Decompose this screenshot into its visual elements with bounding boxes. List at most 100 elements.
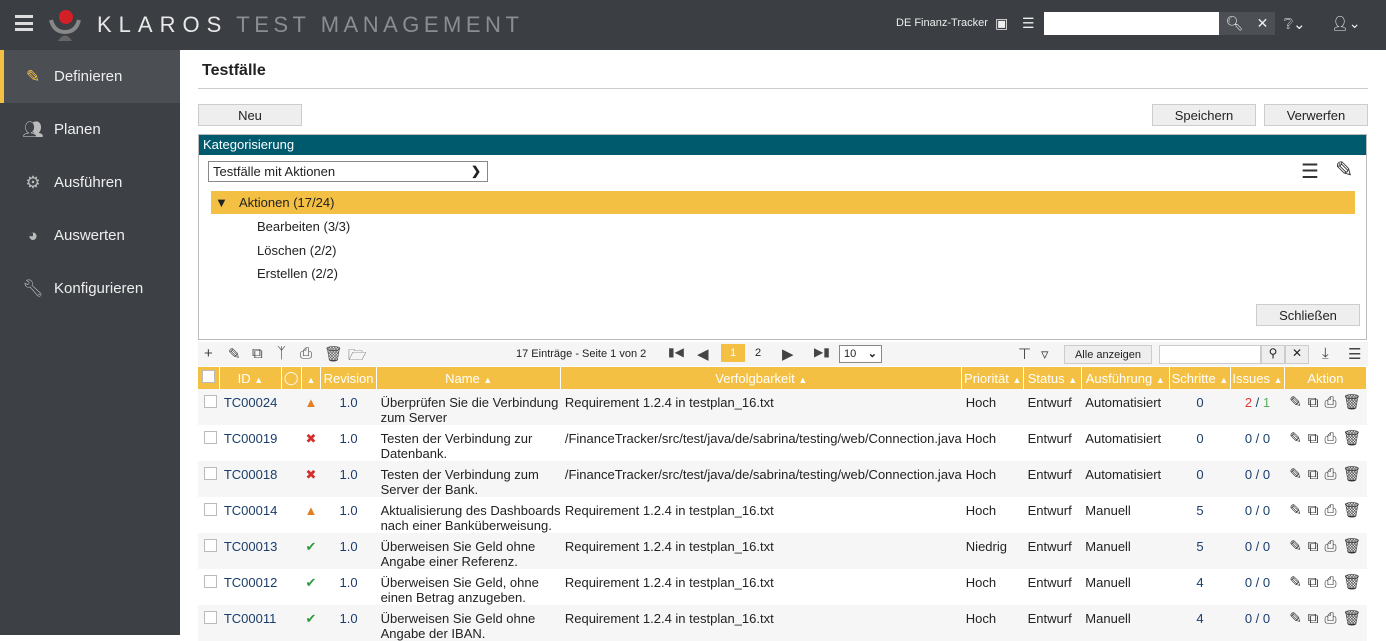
issues-open[interactable]: 0	[1245, 539, 1252, 554]
testcase-id-link[interactable]: TC00019	[220, 431, 277, 446]
trash-icon[interactable]: 🗑︎	[1343, 430, 1362, 447]
issues-closed[interactable]: 0	[1263, 575, 1270, 590]
sort-icon[interactable]: ▲︎	[306, 375, 315, 385]
issues-closed[interactable]: 0	[1263, 503, 1270, 518]
table-row[interactable]: TC00011 ✔ 1.0 Überweisen Sie Geld ohne A…	[198, 605, 1367, 641]
sort-icon[interactable]: ▲︎	[483, 375, 492, 385]
column-header[interactable]: Name ▲︎	[376, 367, 562, 389]
new-button[interactable]: Neu	[198, 104, 302, 126]
search-icon[interactable]: ⚲	[1261, 345, 1285, 364]
row-checkbox[interactable]	[204, 395, 217, 408]
print-icon[interactable]: ⎙	[1325, 538, 1337, 555]
issues-open[interactable]: 0	[1245, 611, 1252, 626]
trash-icon[interactable]: 🗑︎	[1343, 574, 1362, 591]
column-header[interactable]: Revision	[320, 367, 378, 389]
testcase-id-link[interactable]: TC00013	[220, 539, 277, 554]
issues-closed[interactable]: 1	[1263, 395, 1270, 410]
columns-menu-icon[interactable]: ☰	[1348, 345, 1361, 363]
sort-icon[interactable]: ▲︎	[254, 375, 263, 385]
issues-open[interactable]: 0	[1245, 575, 1252, 590]
sort-icon[interactable]: ▲︎	[1068, 375, 1077, 385]
print-icon[interactable]: ⎙	[300, 345, 312, 362]
last-page-icon[interactable]: ▶▮	[814, 345, 830, 359]
trash-icon[interactable]: 🗑︎	[324, 345, 343, 363]
copy-icon[interactable]: ⧉	[1308, 466, 1319, 483]
copy-icon[interactable]: ⧉	[1308, 574, 1319, 591]
print-icon[interactable]: ⎙	[1325, 430, 1337, 447]
testcase-id-link[interactable]: TC00012	[220, 575, 277, 590]
global-search-input[interactable]	[1044, 12, 1219, 35]
edit-icon[interactable]: ✎	[228, 345, 241, 363]
sort-icon[interactable]: ▲︎	[1219, 375, 1228, 385]
page-size-select[interactable]: 10 ⌄	[839, 345, 882, 363]
page-1[interactable]: 1	[721, 344, 745, 362]
column-header[interactable]: ID ▲︎	[219, 367, 282, 389]
table-filter-input[interactable]	[1159, 345, 1261, 364]
column-header[interactable]: Verfolgbarkeit ▲︎	[560, 367, 963, 389]
trash-icon[interactable]: 🗑︎	[1343, 502, 1362, 519]
branch-icon[interactable]: ᛉ	[277, 345, 286, 362]
issues-closed[interactable]: 0	[1263, 539, 1270, 554]
close-button[interactable]: Schließen	[1256, 304, 1360, 326]
user-icon[interactable]: 👤︎⌄	[1331, 15, 1361, 32]
edit-icon[interactable]: ✎	[1289, 430, 1302, 447]
save-button[interactable]: Speichern	[1152, 104, 1256, 126]
table-row[interactable]: TC00019 ✖ 1.0 Testen der Verbindung zur …	[198, 425, 1367, 461]
testcase-id-link[interactable]: TC00024	[220, 395, 277, 410]
archive-icon[interactable]: ▣	[995, 15, 1008, 32]
edit-icon[interactable]: ✎	[1289, 610, 1302, 627]
hierarchy-icon[interactable]: ⊤	[1018, 345, 1031, 363]
print-icon[interactable]: ⎙	[1325, 502, 1337, 519]
next-page-icon[interactable]: ▶	[782, 345, 794, 363]
column-header[interactable]: Issues ▲︎	[1230, 367, 1285, 389]
print-icon[interactable]: ⎙	[1325, 466, 1337, 483]
column-header[interactable]: Aktion	[1284, 367, 1368, 389]
column-header[interactable]: Ausführung ▲︎	[1081, 367, 1170, 389]
edit-icon[interactable]: ✎	[1289, 574, 1302, 591]
column-header[interactable]: Priorität ▲︎	[961, 367, 1025, 389]
sidebar-item-definieren[interactable]: ✎ Definieren	[0, 50, 180, 103]
row-checkbox[interactable]	[204, 431, 217, 444]
column-header[interactable]: Status ▲︎	[1023, 367, 1082, 389]
table-row[interactable]: TC00024 ▲ 1.0 Überprüfen Sie die Verbind…	[198, 389, 1367, 425]
row-checkbox[interactable]	[204, 611, 217, 624]
tree-node[interactable]: Erstellen (2/2)	[257, 266, 338, 281]
edit-icon[interactable]: ✎	[1289, 538, 1302, 555]
project-name[interactable]: DE Finanz-Tracker	[896, 17, 988, 29]
clear-icon[interactable]: ✕	[1285, 345, 1309, 364]
testcase-id-link[interactable]: TC00018	[220, 467, 277, 482]
issues-open[interactable]: 2	[1245, 395, 1252, 410]
menu-icon[interactable]	[15, 15, 33, 31]
filter-icon[interactable]: ▿	[1041, 345, 1049, 363]
print-icon[interactable]: ⎙	[1325, 610, 1337, 627]
testcase-id-link[interactable]: TC00011	[220, 611, 277, 626]
column-header[interactable]: ▲︎	[301, 367, 322, 389]
page-2[interactable]: 2	[755, 347, 761, 359]
prev-page-icon[interactable]: ◀	[697, 345, 709, 363]
issues-closed[interactable]: 0	[1263, 431, 1270, 446]
issues-open[interactable]: 0	[1245, 503, 1252, 518]
issues-open[interactable]: 0	[1245, 431, 1252, 446]
sidebar-item-auswerten[interactable]: ◕ Auswerten	[0, 209, 180, 262]
edit-icon[interactable]: ✎	[1289, 502, 1302, 519]
trash-icon[interactable]: 🗑︎	[1343, 466, 1362, 483]
row-checkbox[interactable]	[204, 575, 217, 588]
edit-icon[interactable]: ✎	[1335, 157, 1353, 183]
table-row[interactable]: TC00018 ✖ 1.0 Testen der Verbindung zum …	[198, 461, 1367, 497]
copy-icon[interactable]: ⧉	[1308, 430, 1319, 447]
copy-icon[interactable]: ⧉	[1308, 394, 1319, 411]
select-all-checkbox[interactable]	[202, 370, 216, 383]
table-row[interactable]: TC00013 ✔ 1.0 Überweisen Sie Geld ohne A…	[198, 533, 1367, 569]
row-checkbox[interactable]	[204, 467, 217, 480]
edit-icon[interactable]: ✎	[1289, 394, 1302, 411]
discard-button[interactable]: Verwerfen	[1264, 104, 1368, 126]
export-icon[interactable]: ⤓	[1322, 345, 1329, 362]
category-select[interactable]: Testfälle mit Aktionen ❯	[208, 161, 488, 182]
copy-icon[interactable]: ⧉	[1308, 502, 1319, 519]
list-icon[interactable]: ☰	[1301, 159, 1319, 184]
testcase-id-link[interactable]: TC00014	[220, 503, 277, 518]
copy-icon[interactable]: ⧉	[1308, 610, 1319, 627]
tree-node-root[interactable]: ▼ Aktionen (17/24)	[211, 191, 1355, 214]
print-icon[interactable]: ⎙	[1325, 394, 1337, 411]
sidebar-item-konfigurieren[interactable]: 🔧︎ Konfigurieren	[0, 262, 180, 315]
